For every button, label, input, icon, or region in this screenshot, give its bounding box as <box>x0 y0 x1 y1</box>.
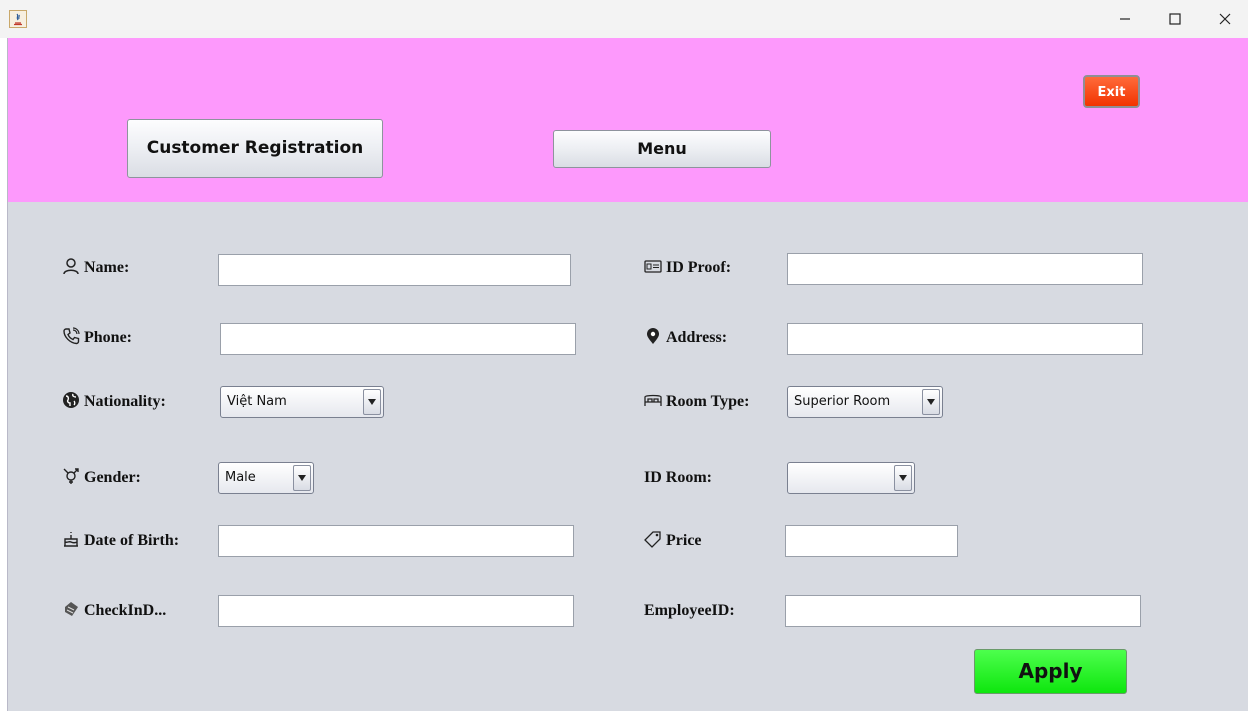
price-input[interactable] <box>785 525 958 557</box>
main-frame: Customer Registration Menu Exit Name: Ph… <box>7 38 1248 711</box>
id-room-dropdown-arrow[interactable] <box>894 465 912 491</box>
globe-icon <box>62 391 80 409</box>
gender-select[interactable]: Male <box>218 462 314 494</box>
gender-dropdown-arrow[interactable] <box>293 465 311 491</box>
maximize-button[interactable] <box>1155 6 1195 32</box>
employee-id-input[interactable] <box>785 595 1141 627</box>
user-icon <box>62 257 80 275</box>
phone-icon <box>62 327 80 345</box>
nationality-selected-value: Việt Nam <box>227 394 287 409</box>
id-room-label: ID Room: <box>644 469 712 486</box>
phone-input[interactable] <box>220 323 576 355</box>
menu-button[interactable]: Menu <box>553 130 771 168</box>
gender-icon <box>62 467 80 485</box>
price-tag-icon <box>644 530 662 548</box>
header-panel: Customer Registration Menu Exit <box>8 38 1248 202</box>
customer-registration-button[interactable]: Customer Registration <box>127 119 383 178</box>
chevron-down-icon <box>368 399 376 405</box>
close-icon <box>1219 13 1231 25</box>
maximize-icon <box>1169 13 1181 25</box>
name-label: Name: <box>62 257 129 279</box>
chevron-down-icon <box>298 475 306 481</box>
cake-icon <box>62 530 80 548</box>
java-app-icon <box>9 10 27 28</box>
id-room-select[interactable] <box>787 462 915 494</box>
exit-button[interactable]: Exit <box>1083 75 1140 108</box>
checkin-date-input[interactable] <box>218 595 574 627</box>
nationality-label: Nationality: <box>62 391 166 413</box>
chevron-down-icon <box>899 475 907 481</box>
date-of-birth-input[interactable] <box>218 525 574 557</box>
address-input[interactable] <box>787 323 1143 355</box>
room-type-dropdown-arrow[interactable] <box>922 389 940 415</box>
minimize-button[interactable] <box>1105 6 1145 32</box>
id-proof-input[interactable] <box>787 253 1143 285</box>
location-pin-icon <box>644 327 662 345</box>
id-card-icon <box>644 257 662 275</box>
nationality-select[interactable]: Việt Nam <box>220 386 384 418</box>
bed-icon <box>644 391 662 409</box>
name-input[interactable] <box>218 254 571 286</box>
address-label: Address: <box>644 327 727 349</box>
nationality-dropdown-arrow[interactable] <box>363 389 381 415</box>
chevron-down-icon <box>927 399 935 405</box>
room-type-selected-value: Superior Room <box>794 394 891 409</box>
gender-selected-value: Male <box>225 470 256 485</box>
apply-button[interactable]: Apply <box>974 649 1127 694</box>
close-window-button[interactable] <box>1205 6 1245 32</box>
date-of-birth-label: Date of Birth: <box>62 530 179 552</box>
checkin-date-label: CheckInD... <box>62 600 166 622</box>
price-label: Price <box>644 530 702 552</box>
calendar-icon <box>62 600 80 618</box>
room-type-label: Room Type: <box>644 391 749 413</box>
room-type-select[interactable]: Superior Room <box>787 386 943 418</box>
phone-label: Phone: <box>62 327 132 349</box>
employee-id-label: EmployeeID: <box>644 602 735 619</box>
id-proof-label: ID Proof: <box>644 257 731 279</box>
window-titlebar <box>0 0 1248 38</box>
gender-label: Gender: <box>62 467 141 489</box>
minimize-icon <box>1120 18 1130 20</box>
